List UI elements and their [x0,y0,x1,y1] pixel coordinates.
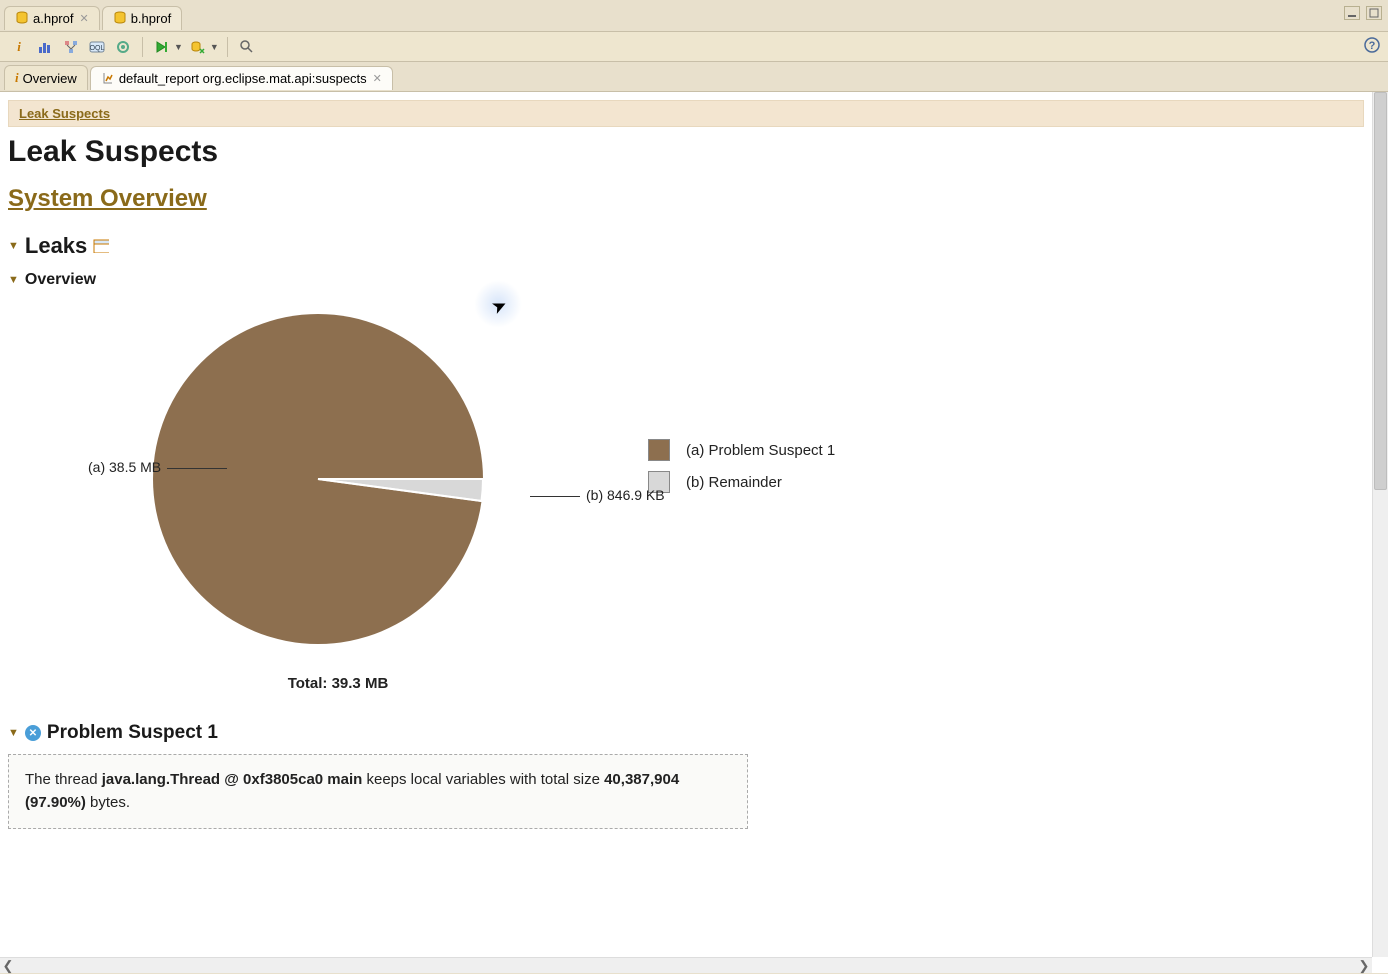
legend-swatch [648,439,670,461]
page-title: Leak Suspects [8,135,1364,169]
problem-description: The thread java.lang.Thread @ 0xf3805ca0… [8,754,748,829]
breadcrumb-link[interactable]: Leak Suspects [19,106,110,121]
tree-button[interactable] [60,36,82,58]
close-icon[interactable]: ✕ [373,72,382,85]
window-controls [1344,6,1382,20]
report-icon [101,71,115,85]
run-dropdown[interactable]: ▼ [151,36,183,58]
legend-item-b: (b) Remainder [648,471,835,493]
tab-report[interactable]: default_report org.eclipse.mat.api:suspe… [90,66,393,90]
chart-total: Total: 39.3 MB [88,675,588,692]
svg-text:OQL: OQL [90,45,105,52]
legend-label: (a) Problem Suspect 1 [686,442,835,459]
legend-item-a: (a) Problem Suspect 1 [648,439,835,461]
file-tab-b[interactable]: b.hprof [102,6,182,30]
maximize-button[interactable] [1366,6,1382,20]
file-tab-a[interactable]: a.hprof ✕ [4,6,100,30]
breadcrumb: Leak Suspects [8,100,1364,127]
info-button[interactable]: i [8,36,30,58]
chevron-down-icon: ▼ [174,42,183,52]
tab-label: default_report org.eclipse.mat.api:suspe… [119,71,367,86]
section-problem-1: ▼ ✕ Problem Suspect 1 [8,722,1364,744]
oql-button[interactable]: OQL [86,36,108,58]
vertical-scrollbar[interactable] [1372,92,1388,957]
scrollbar-thumb[interactable] [1374,92,1387,490]
help-button[interactable]: ? [1364,37,1380,56]
legend-label: (b) Remainder [686,474,782,491]
svg-text:?: ? [1369,40,1376,52]
database-icon [113,11,127,25]
file-tab-label: a.hprof [33,11,73,26]
view-tab-bar: i Overview default_report org.eclipse.ma… [0,62,1388,92]
toolbar: i OQL ▼ ▼ ? [0,32,1388,62]
section-overview: ▼ Overview [8,271,1364,289]
export-dropdown[interactable]: ▼ [187,36,219,58]
slice-label-a: (a) 38.5 MB [88,459,227,475]
system-overview-heading: System Overview [8,185,1364,213]
report-content: Leak Suspects Leak Suspects System Overv… [0,92,1388,973]
section-title: Overview [25,271,96,289]
gear-button[interactable] [112,36,134,58]
info-badge-icon: ✕ [25,725,41,741]
toolbar-separator [142,37,143,57]
file-tab-label: b.hprof [131,11,171,26]
section-title: Problem Suspect 1 [47,722,218,744]
collapse-toggle[interactable]: ▼ [8,274,19,286]
histogram-button[interactable] [34,36,56,58]
minimize-button[interactable] [1344,6,1360,20]
scroll-left-icon[interactable]: ❮ [0,958,16,974]
collapse-toggle[interactable]: ▼ [8,240,19,252]
section-leaks: ▼ Leaks [8,233,1364,259]
database-icon [15,11,29,25]
window-icon[interactable] [93,239,109,253]
system-overview-link[interactable]: System Overview [8,185,207,212]
search-button[interactable] [236,36,258,58]
close-icon[interactable]: ✕ [79,12,88,25]
slice-label-b: (b) 846.9 KB [530,487,665,503]
tab-label: Overview [23,71,77,86]
pie-chart: (a) 38.5 MB (b) 846.9 KB Total: 39.3 MB … [88,309,1364,692]
chart-legend: (a) Problem Suspect 1 (b) Remainder [648,439,835,503]
scroll-right-icon[interactable]: ❯ [1356,958,1372,974]
editor-tab-bar: a.hprof ✕ b.hprof [0,0,1388,32]
info-icon: i [15,70,19,86]
chevron-down-icon: ▼ [210,42,219,52]
pie-svg [148,309,488,649]
collapse-toggle[interactable]: ▼ [8,727,19,739]
section-title: Leaks [25,233,87,259]
tab-overview[interactable]: i Overview [4,65,88,90]
toolbar-separator [227,37,228,57]
horizontal-scrollbar[interactable]: ❮ ❯ [0,957,1372,973]
